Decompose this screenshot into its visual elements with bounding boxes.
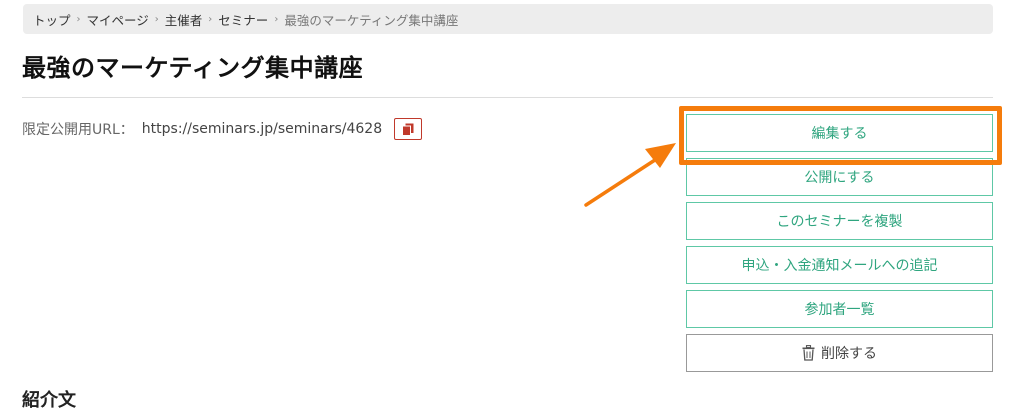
breadcrumb-separator: ›: [76, 13, 81, 25]
breadcrumb: トップ › マイページ › 主催者 › セミナー › 最強のマーケティング集中講…: [23, 4, 993, 34]
breadcrumb-item-mypage[interactable]: マイページ: [87, 10, 149, 29]
breadcrumb-item-organizer[interactable]: 主催者: [165, 10, 203, 29]
breadcrumb-separator: ›: [154, 13, 159, 25]
breadcrumb-item-seminar[interactable]: セミナー: [218, 10, 268, 29]
private-url-value: https://seminars.jp/seminars/4628: [141, 121, 383, 137]
intro-section-heading: 紹介文: [22, 390, 76, 411]
publish-button[interactable]: 公開にする: [686, 158, 993, 196]
breadcrumb-separator: ›: [274, 13, 279, 25]
duplicate-seminar-button[interactable]: このセミナーを複製: [686, 202, 993, 240]
edit-button[interactable]: 編集する: [686, 114, 993, 152]
private-url-label: 限定公開用URL：: [22, 122, 134, 138]
delete-button[interactable]: 削除する: [686, 334, 993, 372]
delete-button-label: 削除する: [821, 346, 877, 362]
breadcrumb-separator: ›: [208, 13, 213, 25]
private-url-row: 限定公開用URL： https://seminars.jp/seminars/4…: [22, 118, 423, 140]
copy-icon: [402, 123, 414, 136]
participants-list-button[interactable]: 参加者一覧: [686, 290, 993, 328]
title-divider: [22, 97, 993, 98]
breadcrumb-item-current: 最強のマーケティング集中講座: [284, 12, 459, 28]
trash-icon: [802, 345, 815, 361]
append-notification-mail-button[interactable]: 申込・入金通知メールへの追記: [686, 246, 993, 284]
page-title: 最強のマーケティング集中講座: [22, 54, 364, 82]
copy-url-button[interactable]: [394, 118, 423, 140]
breadcrumb-item-top[interactable]: トップ: [33, 10, 71, 29]
seminar-actions: 編集する 公開にする このセミナーを複製 申込・入金通知メールへの追記 参加者一…: [686, 114, 993, 378]
